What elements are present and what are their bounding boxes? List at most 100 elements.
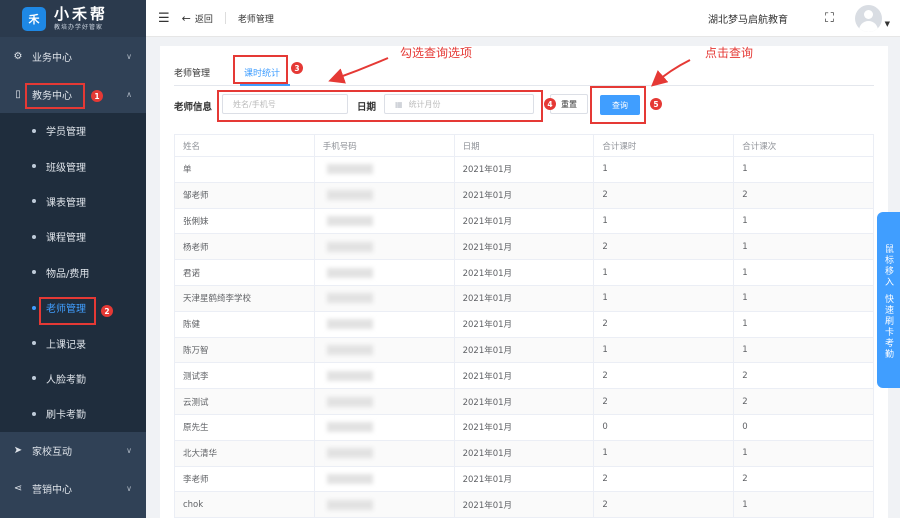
table-row: 君诺 2021年01月 1 1 [175,260,874,286]
table-row: chok 2021年01月 2 1 [175,492,874,518]
annotation-box-1 [25,83,85,109]
bullet-dot [32,199,36,204]
table-row: 杨老师 2021年01月 2 1 [175,234,874,261]
sidebar-item-label: 物品/费用 [46,268,90,280]
cell-total-sessions: 1 [734,311,874,338]
float-tab-line1: 鼠标移入 [883,244,893,288]
table-row: 天津星鹤绮李学校 2021年01月 1 1 [175,285,874,312]
cell-total-hours: 1 [594,260,735,286]
fullscreen-icon[interactable]: ⛶ [825,11,834,26]
cell-phone [314,492,455,518]
table-row: 邹老师 2021年01月 2 2 [175,182,874,209]
menu-group-label: 家校互动 [32,447,72,459]
blurred-phone [326,164,373,175]
blurred-phone [326,370,373,381]
academic-submenu: 学员管理 班级管理 课表管理 课程管理 物品/费用 老师管理 上课记录 人脸考勤… [0,113,146,432]
annotation-badge-2: 2 [101,305,113,317]
avatar[interactable] [855,5,882,32]
cell-date: 2021年01月 [454,492,595,518]
column-header: 手机号码 [314,135,455,157]
cell-phone [314,414,455,441]
cell-total-hours: 2 [594,363,735,390]
cell-total-sessions: 1 [734,337,874,364]
sidebar-item-class-records[interactable]: 上课记录 [0,325,146,360]
quick-card-attendance-tab[interactable]: 鼠标移入 快速刷卡考勤 [877,212,900,388]
bullet-dot [32,128,36,133]
cell-phone [314,157,455,183]
blurred-phone [326,499,373,510]
sidebar-item-label: 班级管理 [46,162,86,174]
back-button[interactable]: ← 返回 [182,12,213,25]
logo[interactable]: 禾 小禾帮 教培办学好管家 [0,0,146,37]
back-label: 返回 [194,14,213,25]
sidebar-item-card-attendance[interactable]: 刷卡考勤 [0,396,146,431]
cell-date: 2021年01月 [454,157,595,183]
bullet-dot [32,376,36,381]
sidebar-item-courses[interactable]: 课程管理 [0,219,146,254]
cell-name: 陈万智 [175,337,315,364]
cell-name: 陈健 [175,311,315,338]
cell-total-sessions: 2 [734,182,874,209]
annotation-note-query: 点击查询 [705,46,754,60]
table-row: 单 2021年01月 1 1 [175,157,874,183]
chevron-down-icon: ∨ [126,446,132,456]
blurred-phone [326,293,373,304]
avatar-body [859,21,878,32]
cell-total-hours: 1 [594,285,735,312]
cell-name: 单 [175,157,315,183]
cell-total-sessions: 1 [734,234,874,261]
cell-date: 2021年01月 [454,311,595,338]
cell-total-hours: 1 [594,440,735,467]
caret-down-icon[interactable]: ▼ [885,20,890,28]
sidebar-item-classes[interactable]: 班级管理 [0,148,146,183]
sidebar-item-face-attendance[interactable]: 人脸考勤 [0,361,146,396]
bullet-dot [32,164,36,169]
chevron-up-icon: ∧ [126,89,132,99]
cell-date: 2021年01月 [454,285,595,312]
menu-group-label: 业务中心 [32,52,72,64]
sidebar: 禾 小禾帮 教培办学好管家 ⚙ 业务中心 ∨ ▯ 教务中心 ∧ 学员管理 班级管… [0,0,146,518]
book-icon: ▯ [15,88,21,100]
cell-total-sessions: 2 [734,466,874,493]
table-row: 陈万智 2021年01月 1 1 [175,337,874,364]
blurred-phone [326,319,373,330]
cell-total-hours: 1 [594,337,735,364]
cell-phone [314,389,455,415]
bullet-dot [32,341,36,346]
blurred-phone [326,473,373,484]
annotation-box-5 [590,86,646,124]
cell-total-sessions: 1 [734,157,874,183]
cell-name: 测试李 [175,363,315,390]
cell-total-hours: 2 [594,311,735,338]
annotation-badge-5: 5 [650,98,662,110]
float-tab-line2: 快速刷卡考勤 [883,294,893,360]
cell-name: 张俐妹 [175,208,315,235]
org-name: 湖北梦马启航教育 [708,14,788,26]
sidebar-item-items-fees[interactable]: 物品/费用 [0,255,146,290]
column-header: 姓名 [175,135,315,157]
menu-group-home-school[interactable]: ➤ 家校互动 ∨ [0,432,146,470]
sidebar-item-students[interactable]: 学员管理 [0,113,146,148]
hamburger-icon[interactable]: ☰ [158,11,170,26]
table-row: 测试李 2021年01月 2 2 [175,363,874,390]
menu-group-marketing[interactable]: ⋖ 营销中心 ∨ [0,470,146,508]
menu-group-business[interactable]: ⚙ 业务中心 ∨ [0,37,146,75]
breadcrumb: 老师管理 [237,14,274,25]
annotation-box-3 [233,55,288,84]
chevron-down-icon: ∨ [126,484,132,494]
sidebar-item-label: 人脸考勤 [46,374,86,386]
cell-date: 2021年01月 [454,337,595,364]
tab-teacher-management[interactable]: 老师管理 [174,66,210,79]
cell-date: 2021年01月 [454,182,595,209]
cell-name: 北大清华 [175,440,315,467]
cell-total-hours: 0 [594,414,735,441]
cell-name: 君诺 [175,260,315,286]
sidebar-item-label: 学员管理 [46,127,86,139]
send-icon: ➤ [13,445,23,457]
blurred-phone [326,344,373,355]
bullet-dot [32,411,36,416]
cell-date: 2021年01月 [454,466,595,493]
cell-name: 李老师 [175,466,315,493]
cell-date: 2021年01月 [454,440,595,467]
sidebar-item-schedule[interactable]: 课表管理 [0,184,146,219]
